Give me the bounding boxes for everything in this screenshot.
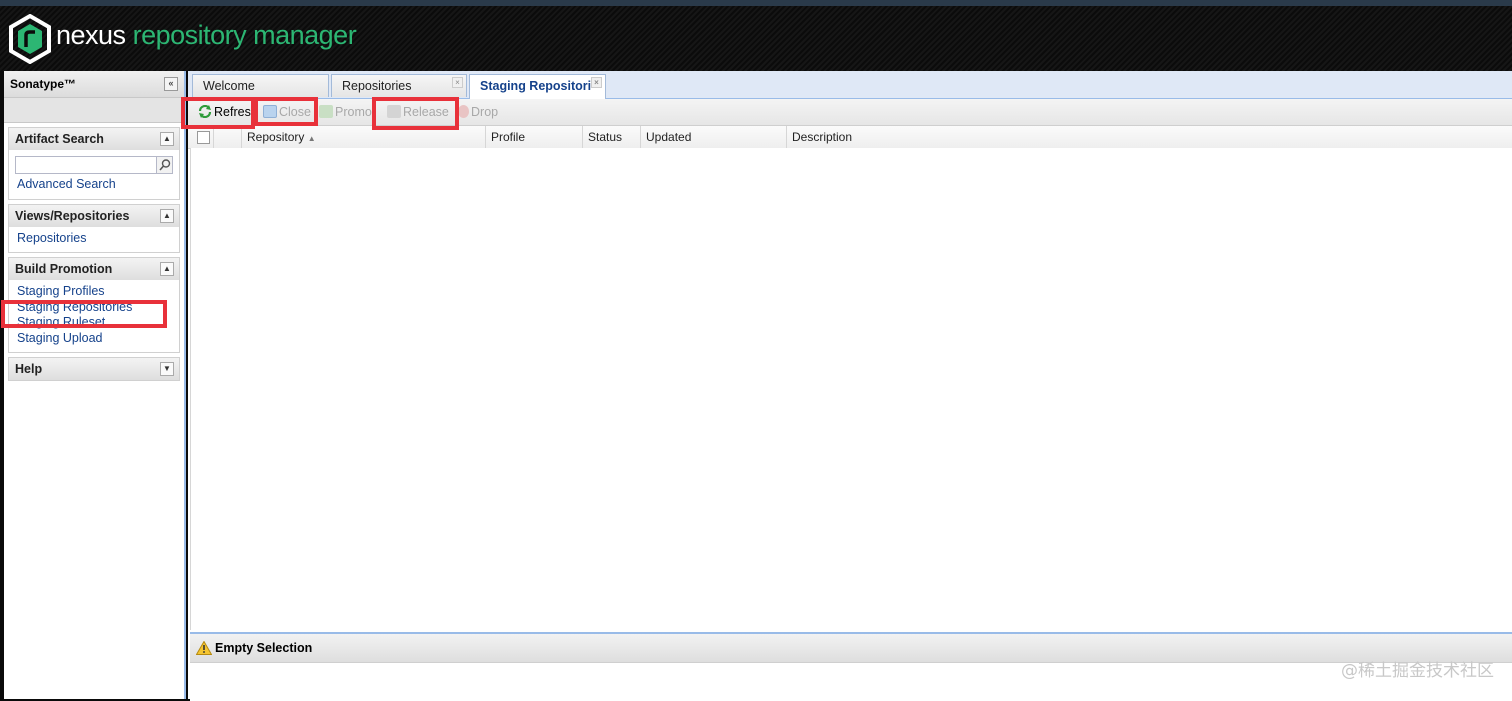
expander-column bbox=[214, 126, 242, 148]
panel-title: Sonatype™ bbox=[10, 77, 77, 91]
chevron-up-icon[interactable]: ▲ bbox=[160, 132, 174, 146]
section-header[interactable]: Help ▼ bbox=[9, 358, 179, 380]
panel-header: Sonatype™ « bbox=[4, 71, 184, 98]
section-help: Help ▼ bbox=[8, 357, 180, 381]
grid-body[interactable] bbox=[190, 148, 1512, 630]
column-updated[interactable]: Updated bbox=[641, 126, 787, 148]
highlight-staging-repositories bbox=[1, 300, 167, 328]
chevron-up-icon[interactable]: ▲ bbox=[160, 262, 174, 276]
promote-button[interactable]: Promot bbox=[319, 103, 375, 121]
column-status[interactable]: Status bbox=[583, 126, 641, 148]
promote-label: Promot bbox=[335, 105, 376, 119]
select-all-column bbox=[190, 126, 214, 148]
nav-link-repositories[interactable]: Repositories bbox=[17, 231, 175, 247]
tab-bar: Welcome Repositories × Staging Repositor… bbox=[188, 71, 1512, 99]
column-label: Updated bbox=[646, 130, 692, 144]
tab-repositories[interactable]: Repositories × bbox=[331, 74, 467, 97]
warning-icon bbox=[196, 641, 212, 655]
highlight-release bbox=[372, 97, 459, 130]
tab-label: Repositories bbox=[342, 79, 412, 93]
detail-panel-title: Empty Selection bbox=[215, 641, 313, 655]
section-title: Views/Repositories bbox=[15, 208, 130, 223]
column-label: Repository bbox=[247, 130, 305, 144]
column-label: Description bbox=[792, 130, 853, 144]
section-title: Build Promotion bbox=[15, 262, 113, 276]
chevron-down-icon[interactable]: ▼ bbox=[160, 362, 174, 376]
watermark: @稀土掘金技术社区 bbox=[1341, 661, 1494, 681]
sort-asc-icon: ▲ bbox=[307, 134, 316, 143]
tab-label: Staging Repositori bbox=[480, 79, 592, 93]
close-icon[interactable]: × bbox=[591, 77, 602, 88]
promote-icon bbox=[319, 105, 333, 118]
section-title: Help bbox=[15, 362, 43, 376]
highlight-close bbox=[254, 97, 318, 126]
column-label: Status bbox=[588, 130, 623, 144]
app-header: nexus repository manager bbox=[0, 0, 1512, 71]
tab-staging-repositories[interactable]: Staging Repositori × bbox=[469, 74, 606, 99]
main-content: Welcome Repositories × Staging Repositor… bbox=[188, 71, 1512, 701]
panel-toolbar bbox=[4, 98, 184, 123]
column-profile[interactable]: Profile bbox=[486, 126, 583, 148]
advanced-search-link[interactable]: Advanced Search bbox=[17, 177, 175, 193]
drop-button[interactable]: Drop bbox=[458, 103, 498, 121]
section-views-repositories: Views/Repositories ▲ Repositories bbox=[8, 203, 180, 253]
column-label: Profile bbox=[491, 130, 526, 144]
select-all-checkbox[interactable] bbox=[197, 131, 210, 144]
detail-panel: Empty Selection bbox=[190, 632, 1512, 701]
drop-icon bbox=[458, 105, 469, 118]
section-artifact-search: Artifact Search ▲ Advanced Search bbox=[8, 127, 180, 200]
close-icon[interactable]: × bbox=[452, 77, 463, 88]
section-title: Artifact Search bbox=[15, 132, 104, 146]
brand-nexus: nexus bbox=[56, 20, 126, 50]
search-icon[interactable] bbox=[157, 156, 173, 174]
tab-welcome[interactable]: Welcome bbox=[192, 74, 329, 97]
highlight-refresh bbox=[181, 97, 255, 129]
tab-label: Welcome bbox=[203, 79, 255, 93]
section-header[interactable]: Views/Repositories ▲ bbox=[9, 204, 179, 227]
navigation-panel: Sonatype™ « Artifact Search ▲ Advanced S… bbox=[4, 71, 186, 699]
nav-link-staging-upload[interactable]: Staging Upload bbox=[17, 331, 175, 347]
drop-label: Drop bbox=[471, 105, 499, 119]
section-header[interactable]: Artifact Search ▲ bbox=[9, 128, 179, 150]
section-header[interactable]: Build Promotion ▲ bbox=[9, 258, 179, 280]
column-description[interactable]: Description bbox=[787, 126, 1512, 148]
nav-link-staging-profiles[interactable]: Staging Profiles bbox=[17, 284, 175, 300]
brand-repository-manager: repository manager bbox=[132, 20, 357, 50]
brand-name: nexus repository manager bbox=[56, 20, 357, 51]
detail-panel-header: Empty Selection bbox=[190, 634, 1512, 663]
nexus-logo-icon bbox=[9, 14, 51, 64]
collapse-panel-icon[interactable]: « bbox=[164, 77, 178, 91]
search-input[interactable] bbox=[15, 156, 157, 174]
chevron-up-icon[interactable]: ▲ bbox=[160, 208, 174, 223]
